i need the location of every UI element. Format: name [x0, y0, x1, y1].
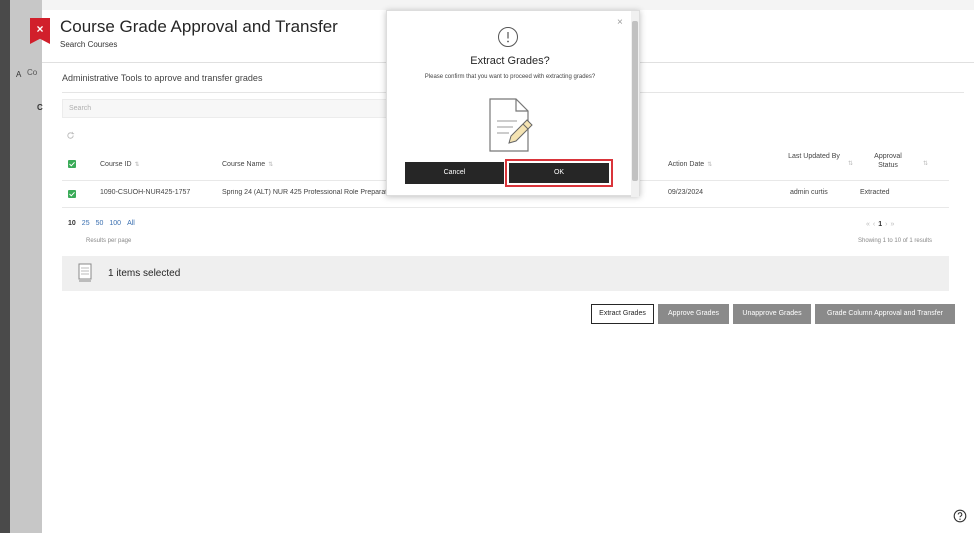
selection-bar: 1 items selected: [62, 256, 949, 291]
rail-tab[interactable]: Co: [27, 68, 37, 77]
document-stack-icon: [78, 263, 92, 282]
dialog-scrollbar[interactable]: [631, 11, 639, 197]
page-size-option[interactable]: 25: [82, 220, 90, 227]
sort-icon[interactable]: ⇅: [848, 160, 853, 169]
ok-button[interactable]: OK: [509, 163, 609, 183]
last-page-icon[interactable]: »: [891, 221, 898, 228]
column-header-course-name[interactable]: Course Name ⇅: [222, 160, 273, 170]
refresh-icon[interactable]: [66, 131, 75, 140]
results-count: Showing 1 to 10 of 1 results: [858, 238, 933, 244]
page-size-selector: 10 25 50 100 All: [68, 220, 141, 227]
page-title: Course Grade Approval and Transfer: [60, 17, 338, 36]
exclamation-icon: [498, 27, 518, 47]
unapprove-grades-button[interactable]: Unapprove Grades: [733, 304, 811, 324]
rail-letter-c: C: [37, 103, 43, 112]
grade-column-approval-button[interactable]: Grade Column Approval and Transfer: [815, 304, 955, 324]
pagination: «‹1›»: [866, 221, 897, 228]
document-edit-icon: [489, 98, 533, 152]
page-size-option[interactable]: 10: [68, 220, 76, 227]
cell-course-id: 1090-CSUOH-NUR425-1757: [100, 189, 191, 196]
page-size-option[interactable]: All: [127, 220, 135, 227]
first-page-icon[interactable]: «: [866, 221, 873, 228]
search-input[interactable]: Search: [62, 99, 392, 118]
extract-grades-button[interactable]: Extract Grades: [591, 304, 654, 324]
results-per-page-label: Results per page: [86, 238, 132, 244]
selection-count: 1 items selected: [108, 268, 181, 279]
dialog-title: Extract Grades?: [470, 55, 550, 67]
column-header-approval-status[interactable]: Approval Status: [870, 152, 906, 170]
rail-letter: A: [16, 70, 22, 79]
column-header-course-id[interactable]: Course ID ⇅: [100, 160, 140, 170]
dialog-close-button[interactable]: ×: [617, 17, 623, 28]
left-rail-panel: A Co C: [10, 0, 43, 533]
cell-approval-status: Extracted: [860, 189, 890, 196]
top-strip: [42, 0, 974, 10]
section-title: Administrative Tools to aprove and trans…: [62, 73, 263, 83]
select-all-checkbox[interactable]: [68, 160, 76, 168]
page-size-option[interactable]: 100: [109, 220, 121, 227]
sort-icon[interactable]: ⇅: [923, 160, 928, 169]
approve-grades-button[interactable]: Approve Grades: [658, 304, 729, 324]
ok-button-highlight[interactable]: OK: [505, 159, 613, 187]
column-header-last-updated-by[interactable]: Last Updated By: [784, 152, 844, 161]
row-checkbox[interactable]: [68, 190, 76, 198]
dialog-message: Please confirm that you want to proceed …: [424, 74, 596, 80]
page-size-option[interactable]: 50: [96, 220, 104, 227]
cell-last-updated-by: admin curtis: [790, 189, 828, 196]
confirm-dialog: × Extract Grades? Please confirm that yo…: [386, 10, 640, 197]
divider: [62, 207, 949, 208]
left-rail: [0, 0, 10, 533]
column-header-action-date[interactable]: Action Date ⇅: [668, 160, 712, 170]
help-icon[interactable]: [953, 509, 967, 523]
cancel-button[interactable]: Cancel: [405, 162, 504, 184]
cell-action-date: 09/23/2024: [668, 189, 704, 196]
breadcrumb[interactable]: Search Courses: [60, 40, 117, 49]
